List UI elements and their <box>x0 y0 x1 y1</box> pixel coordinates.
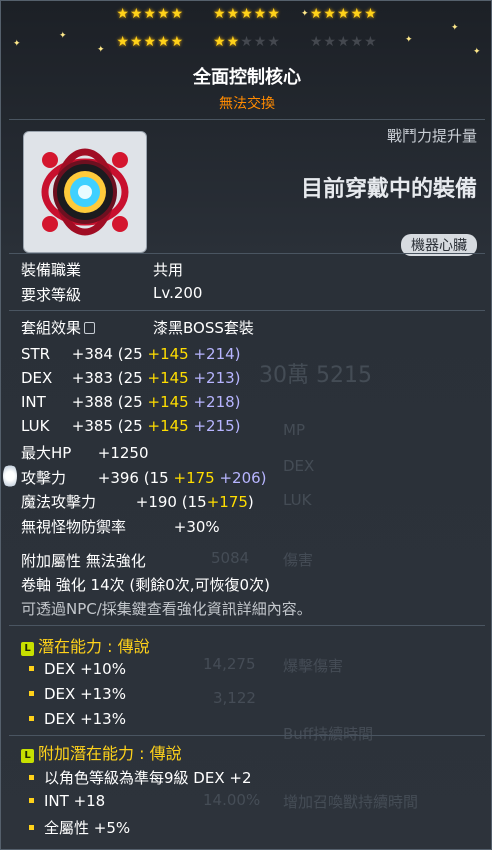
potential-line: DEX +13% <box>29 685 126 703</box>
star-empty-icon: ★ <box>350 34 365 50</box>
currently-equipped-label: 目前穿戴中的裝備 <box>300 177 477 202</box>
star-force-row-1: ★★★★★ ★★★★★ ★★★★★ <box>1 6 492 22</box>
star-icon: ★ <box>350 6 365 22</box>
potential-line: DEX +10% <box>29 660 126 678</box>
star-empty-icon: ★ <box>253 34 268 50</box>
star-empty-icon: ★ <box>323 34 337 50</box>
star-icon: ★ <box>309 6 324 22</box>
additional-potential-line: INT +18 <box>29 792 105 810</box>
stat-row-ignore-def: 無視怪物防禦率 +30% <box>21 518 220 536</box>
star-icon: ★ <box>143 34 158 50</box>
scroll-info: 卷軸 強化 14次 (剩餘0次,可恢復0次) <box>21 576 270 594</box>
star-icon: ★ <box>116 34 130 50</box>
star-icon: ★ <box>253 6 268 22</box>
divider <box>9 253 485 254</box>
divider <box>9 625 485 626</box>
set-effect-value: 漆黑BOSS套裝 <box>153 319 254 337</box>
trade-status: 無法交換 <box>219 96 275 112</box>
set-effect-label: 套組效果 <box>21 319 82 337</box>
req-level-row: 要求等級 Lv.200 <box>21 284 202 305</box>
star-icon: ★ <box>364 6 378 22</box>
orb-icon <box>3 463 17 489</box>
req-job-label: 裝備職業 <box>21 261 82 279</box>
background-ghost-text: Buff持續時間 <box>283 725 374 743</box>
stat-row-str: STR +384 (25 +145 +214) <box>21 345 241 363</box>
stat-row-luk: LUK +385 (25 +145 +215) <box>21 417 241 435</box>
star-icon: ★ <box>226 34 241 50</box>
star-icon: ★ <box>170 34 185 50</box>
sparkle-icon: ✦ <box>451 23 459 33</box>
star-force-row-2: ★★★★★ ★★★★★ ★★★★★ <box>1 34 492 50</box>
background-ghost-text: 14,275 <box>203 655 256 673</box>
star-icon: ★ <box>323 6 337 22</box>
lock-icon <box>84 322 96 334</box>
star-icon: ★ <box>226 6 241 22</box>
potential-line: DEX +13% <box>29 710 126 728</box>
item-name: 全面控制核心 <box>193 67 301 88</box>
divider <box>9 310 485 311</box>
star-icon: ★ <box>157 34 171 50</box>
star-empty-icon: ★ <box>364 34 378 50</box>
machine-heart-icon <box>41 148 129 236</box>
star-empty-icon: ★ <box>267 34 281 50</box>
background-ghost-text: 爆擊傷害 <box>283 657 344 675</box>
star-icon: ★ <box>129 34 144 50</box>
star-icon: ★ <box>129 6 144 22</box>
stat-row-dex: DEX +383 (25 +145 +213) <box>21 369 241 387</box>
star-icon: ★ <box>267 6 281 22</box>
background-ghost-text: 增加召喚獸持續時間 <box>283 793 419 811</box>
legendary-grade-icon: L <box>21 642 34 656</box>
combat-power-label: 戰鬥力提升量 <box>386 127 477 145</box>
legendary-grade-icon: L <box>21 749 34 763</box>
req-level-label: 要求等級 <box>21 286 82 304</box>
star-empty-icon: ★ <box>336 34 351 50</box>
background-ghost-text: DEX <box>283 457 315 475</box>
star-icon: ★ <box>336 6 351 22</box>
potential-header: L 潛在能力 : 傳說 <box>21 633 150 657</box>
additional-potential-line: 以角色等級為準每9級 DEX +2 <box>29 767 252 788</box>
additional-potential-header: L 附加潛在能力 : 傳說 <box>21 740 182 764</box>
item-tooltip: 30萬 5215 MP DEX LUK 5084 傷害 14,275 爆擊傷害 … <box>0 0 492 850</box>
hint-text: 可透過NPC/採集鍵查看強化資訊詳細內容。 <box>21 600 312 618</box>
background-ghost-text: LUK <box>283 491 312 509</box>
background-ghost-text: 傷害 <box>283 551 314 569</box>
star-icon: ★ <box>116 6 130 22</box>
stat-row-attack: 攻擊力 +396 (15 +175 +206) <box>21 469 267 487</box>
req-job-row: 裝備職業 共用 <box>21 259 183 280</box>
star-icon: ★ <box>213 34 227 50</box>
background-ghost-text: 5084 <box>211 549 250 567</box>
stat-row-hp: 最大HP +1250 <box>21 444 149 462</box>
background-ghost-text: 14.00% <box>203 791 261 809</box>
star-icon: ★ <box>157 6 171 22</box>
background-ghost-text: MP <box>283 421 305 439</box>
item-icon-frame <box>23 131 147 253</box>
set-effect-row: 套組效果 漆黑BOSS套裝 <box>21 317 254 338</box>
star-empty-icon: ★ <box>309 34 324 50</box>
background-ghost-text: 3,122 <box>213 689 256 707</box>
req-level-value: Lv.200 <box>153 284 203 302</box>
star-icon: ★ <box>170 6 185 22</box>
star-icon: ★ <box>143 6 158 22</box>
divider <box>9 735 485 736</box>
background-ghost-text: 30萬 5215 <box>259 363 372 388</box>
extra-attribute: 附加屬性 無法強化 <box>21 552 146 570</box>
star-empty-icon: ★ <box>240 34 254 50</box>
req-job-value: 共用 <box>153 261 184 279</box>
stat-row-int: INT +388 (25 +145 +218) <box>21 393 241 411</box>
divider <box>9 119 485 120</box>
star-icon: ★ <box>213 6 227 22</box>
additional-potential-line: 全屬性 +5% <box>29 817 130 838</box>
star-icon: ★ <box>240 6 254 22</box>
stat-row-magic: 魔法攻擊力 +190 (15+175) <box>21 493 254 511</box>
